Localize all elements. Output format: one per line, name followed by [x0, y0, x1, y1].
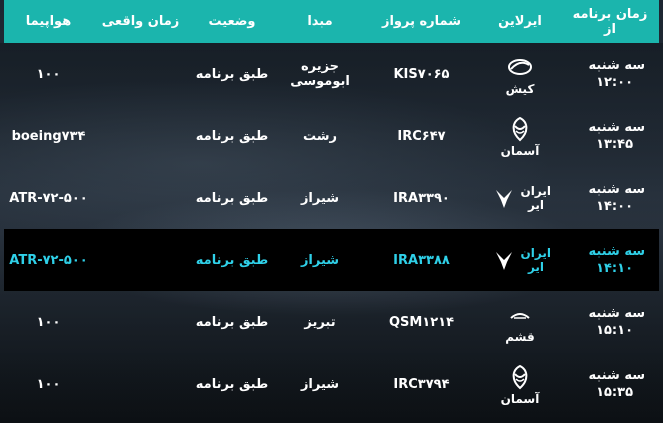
- header-actual: زمان واقعی: [101, 14, 180, 29]
- aircraft-cell: boeing۷۳۴: [11, 128, 86, 144]
- header-status: وضعیت: [208, 14, 256, 29]
- time-label: ۱۴:۰۰: [596, 199, 633, 214]
- airline-name: آسمان: [500, 392, 540, 406]
- airline-cell: ایران ایر: [479, 167, 561, 229]
- header-scheduled: زمان برنامه از: [572, 6, 648, 37]
- airline-name: کیش: [505, 82, 535, 96]
- aircraft-cell: ATR-۷۲-۵۰۰: [9, 252, 88, 268]
- origin-cell: شیراز: [300, 376, 340, 392]
- airline-name: قشم: [505, 330, 535, 344]
- status-cell: طبق برنامه: [195, 190, 269, 206]
- status-cell: طبق برنامه: [195, 66, 269, 82]
- status-cell: طبق برنامه: [195, 376, 269, 392]
- day-label: سه شنبه: [588, 58, 645, 73]
- origin-cell: شیراز: [300, 190, 340, 206]
- flight-number-cell: IRC۳۷۹۴: [393, 376, 450, 392]
- status-cell: طبق برنامه: [195, 128, 269, 144]
- origin-cell: جزیره ابوموسی: [290, 59, 350, 89]
- kish-air-icon: [505, 52, 535, 82]
- airline-cell: آسمان: [479, 353, 561, 415]
- flight-board-table: زمان برنامه از ایرلاین شماره پرواز مبدا …: [4, 0, 659, 415]
- iran-air-icon: [489, 183, 519, 213]
- flight-number-cell: IRC۶۴۷: [397, 128, 446, 144]
- scheduled-cell: سه شنبه ۱۵:۳۵: [561, 353, 659, 415]
- table-row[interactable]: سه شنبه ۱۴:۰۰ ایران ایر IRA۳۳۹۰ شیراز طب…: [4, 167, 659, 229]
- day-label: سه شنبه: [588, 120, 645, 135]
- header-aircraft: هواپیما: [25, 14, 72, 29]
- airline-cell: کیش: [479, 43, 561, 105]
- flight-number-cell: IRA۳۳۹۰: [393, 190, 450, 206]
- time-label: ۱۵:۳۵: [596, 385, 633, 400]
- time-label: ۱۲:۰۰: [596, 75, 633, 90]
- scheduled-cell: سه شنبه ۱۵:۱۰: [561, 291, 659, 353]
- day-label: سه شنبه: [588, 182, 645, 197]
- airline-cell: آسمان: [479, 105, 561, 167]
- time-label: ۱۳:۴۵: [596, 137, 633, 152]
- aircraft-cell: ۱۰۰: [36, 376, 61, 392]
- aircraft-cell: ۱۰۰: [36, 314, 61, 330]
- table-header-row: زمان برنامه از ایرلاین شماره پرواز مبدا …: [4, 0, 659, 43]
- time-label: ۱۴:۱۰: [596, 261, 633, 276]
- actual-time-cell: [93, 229, 188, 291]
- actual-time-cell: [93, 291, 188, 353]
- actual-time-cell: [93, 353, 188, 415]
- status-cell: طبق برنامه: [195, 252, 269, 268]
- flight-number-cell: KIS۷۰۶۵: [393, 66, 450, 82]
- scheduled-cell: سه شنبه ۱۴:۰۰: [561, 167, 659, 229]
- header-origin: مبدا: [307, 14, 333, 29]
- flight-number-cell: IRA۳۳۸۸: [393, 252, 450, 268]
- actual-time-cell: [93, 105, 188, 167]
- airline-name: ایران ایر: [520, 184, 551, 212]
- table-row-highlighted[interactable]: سه شنبه ۱۴:۱۰ ایران ایر IRA۳۳۸۸ شیراز طب…: [4, 229, 659, 291]
- day-label: سه شنبه: [588, 244, 645, 259]
- scheduled-cell: سه شنبه ۱۲:۰۰: [561, 43, 659, 105]
- flight-number-cell: QSM۱۲۱۴: [388, 314, 455, 330]
- header-flight: شماره پرواز: [381, 14, 462, 29]
- status-cell: طبق برنامه: [195, 314, 269, 330]
- header-airline: ایرلاین: [498, 14, 542, 29]
- aircraft-cell: ATR-۷۲-۵۰۰: [9, 190, 88, 206]
- table-row[interactable]: سه شنبه ۱۳:۴۵ آسمان IRC۶۴۷ رشت طبق برنام…: [4, 105, 659, 167]
- origin-cell: رشت: [302, 128, 338, 144]
- aseman-icon: [505, 114, 535, 144]
- origin-cell: شیراز: [300, 252, 340, 268]
- time-label: ۱۵:۱۰: [596, 323, 633, 338]
- iran-air-icon: [489, 245, 519, 275]
- scheduled-cell: سه شنبه ۱۳:۴۵: [561, 105, 659, 167]
- origin-cell: تبریز: [304, 314, 336, 330]
- scheduled-cell: سه شنبه ۱۴:۱۰: [561, 229, 659, 291]
- aircraft-cell: ۱۰۰: [36, 66, 61, 82]
- day-label: سه شنبه: [588, 306, 645, 321]
- day-label: سه شنبه: [588, 368, 645, 383]
- table-row[interactable]: سه شنبه ۱۲:۰۰ کیش KIS۷۰۶۵ جزیره ابوموسی …: [4, 43, 659, 105]
- actual-time-cell: [93, 43, 188, 105]
- table-row[interactable]: سه شنبه ۱۵:۱۰ قشم QSM۱۲۱۴ تبریز طبق برنا…: [4, 291, 659, 353]
- aseman-icon: [505, 362, 535, 392]
- airline-cell: ایران ایر: [479, 229, 561, 291]
- actual-time-cell: [93, 167, 188, 229]
- airline-name: ایران ایر: [520, 246, 551, 274]
- table-row[interactable]: سه شنبه ۱۵:۳۵ آسمان IRC۳۷۹۴ شیراز طبق بر…: [4, 353, 659, 415]
- qeshm-air-icon: [505, 300, 535, 330]
- airline-name: آسمان: [500, 144, 540, 158]
- airline-cell: قشم: [479, 291, 561, 353]
